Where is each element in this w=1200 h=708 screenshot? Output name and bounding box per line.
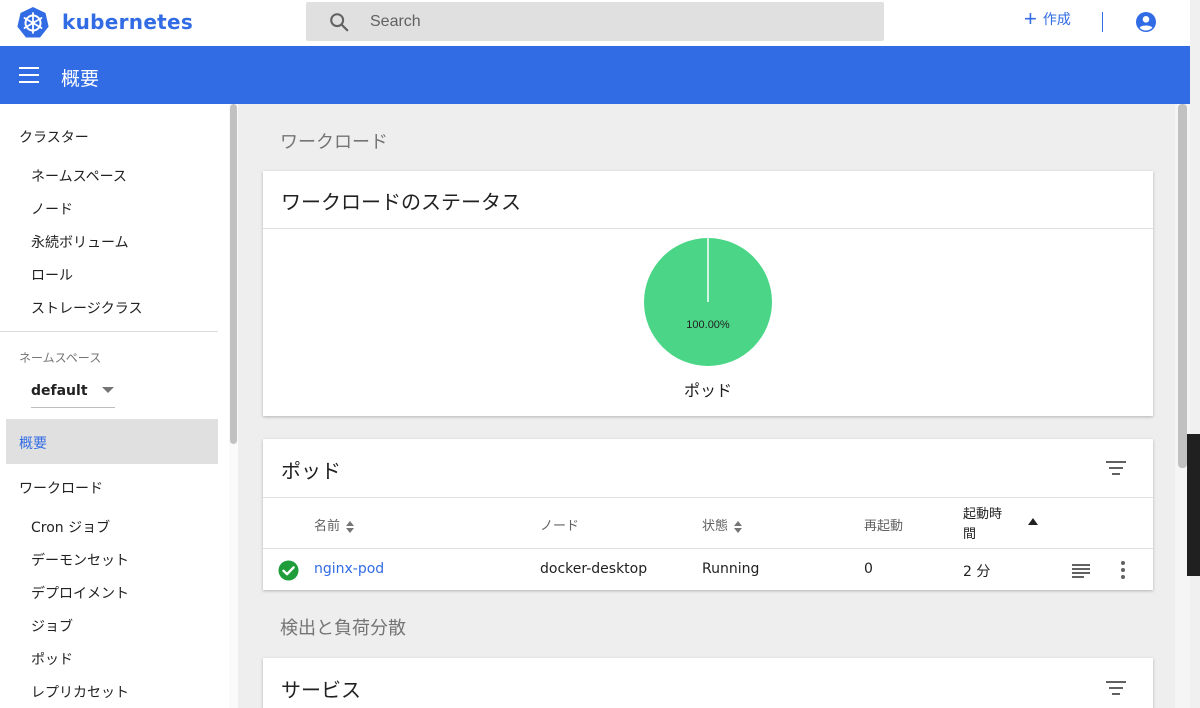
card-divider [263,228,1153,229]
sidebar-item-namespaces[interactable]: ネームスペース [31,166,127,186]
sidebar-divider [0,331,218,332]
pod-status: Running [702,561,760,577]
background-window [1187,434,1200,576]
main-scrollbar[interactable] [1175,104,1190,708]
sidebar-scroll-thumb[interactable] [230,104,237,444]
workload-status-card: ワークロードのステータス 100.00% ポッド [263,171,1153,416]
sidebar-item-persistent-volumes[interactable]: 永続ボリューム [31,232,129,252]
create-button[interactable]: + 作成 [1024,8,1071,30]
sidebar-item-nodes[interactable]: ノード [31,199,73,219]
sidebar-item-deployments[interactable]: デプロイメント [31,583,129,603]
namespace-select[interactable]: default [31,380,115,408]
app-brand[interactable]: kubernetes [62,10,193,34]
sidebar-item-jobs[interactable]: ジョブ [31,616,73,636]
add-icon: + [1024,6,1037,31]
pod-name-link[interactable]: nginx-pod [314,561,384,577]
card-title-pods: ポッド [281,459,341,483]
search-input[interactable]: Search [370,13,421,31]
sidebar-item-pods[interactable]: ポッド [31,649,73,669]
column-header-age[interactable]: 起動時間 [963,505,1013,545]
section-title-discovery: 検出と負荷分散 [280,618,406,639]
pods-card: ポッド 名前 ノード 状態 再起動 起動時間 nginx-pod docker-… [263,439,1153,590]
sidebar-item-replica-sets[interactable]: レプリカセット [31,682,129,702]
search-bar[interactable]: Search [306,2,884,41]
page-header: 概要 [0,46,1190,104]
page-title: 概要 [61,68,100,90]
card-title-workload-status: ワークロードのステータス [281,190,521,214]
column-header-node: ノード [540,519,580,534]
pie-legend-label: ポッド [683,381,732,400]
pod-node: docker-desktop [540,561,648,577]
sidebar-item-overview[interactable]: 概要 [6,419,218,464]
column-header-status[interactable]: 状態 [702,515,743,534]
kubernetes-logo-icon[interactable] [16,6,50,40]
check-circle-icon [278,560,299,581]
create-label: 作成 [1042,12,1071,28]
sidebar-item-daemon-sets[interactable]: デーモンセット [31,550,129,570]
sidebar-item-storage-classes[interactable]: ストレージクラス [31,298,142,318]
filter-icon[interactable] [1106,461,1126,475]
toolbar-divider [1102,12,1103,32]
sidebar-heading-workloads[interactable]: ワークロード [19,478,103,498]
window-edge [1190,0,1200,708]
main-content: ワークロード ワークロードのステータス 100.00% ポッド ポッド 名前 ノ… [238,104,1190,708]
pod-age: 2 分 [963,564,991,580]
column-header-status-label: 状態 [702,519,729,534]
sidebar-scrollbar[interactable] [229,104,238,708]
top-bar: kubernetes Search + 作成 [0,0,1190,46]
logs-icon[interactable] [1072,564,1090,578]
column-header-restarts: 再起動 [864,519,904,534]
pie-data-label: 100.00% [686,319,730,331]
sidebar-item-overview-label: 概要 [19,436,47,452]
menu-icon[interactable] [19,67,39,83]
sidebar: クラスター ネームスペース ノード 永続ボリューム ロール ストレージクラス ネ… [0,104,226,708]
filter-icon[interactable] [1106,681,1126,695]
column-header-name-label: 名前 [314,519,341,534]
main-scroll-thumb[interactable] [1178,104,1187,468]
sort-icon [346,520,355,533]
card-title-services: サービス [281,678,361,702]
column-header-name[interactable]: 名前 [314,515,355,534]
services-card: サービス [263,658,1153,708]
sort-ascending-icon[interactable] [1028,518,1038,525]
search-icon [330,13,349,32]
table-header-divider [263,548,1153,549]
sidebar-item-roles[interactable]: ロール [31,265,73,285]
sidebar-item-cron-jobs[interactable]: Cron ジョブ [31,517,110,537]
namespace-value: default [31,383,88,399]
workload-pie-chart: 100.00% [644,238,772,366]
card-divider [263,497,1153,498]
sidebar-heading-cluster[interactable]: クラスター [19,127,89,147]
sort-icon [734,520,743,533]
chevron-down-icon [102,387,114,393]
pod-restarts: 0 [864,561,873,577]
namespace-label: ネームスペース [19,351,102,365]
account-icon[interactable] [1135,11,1157,33]
more-vert-icon[interactable] [1121,561,1125,579]
section-title-workloads: ワークロード [280,132,388,153]
